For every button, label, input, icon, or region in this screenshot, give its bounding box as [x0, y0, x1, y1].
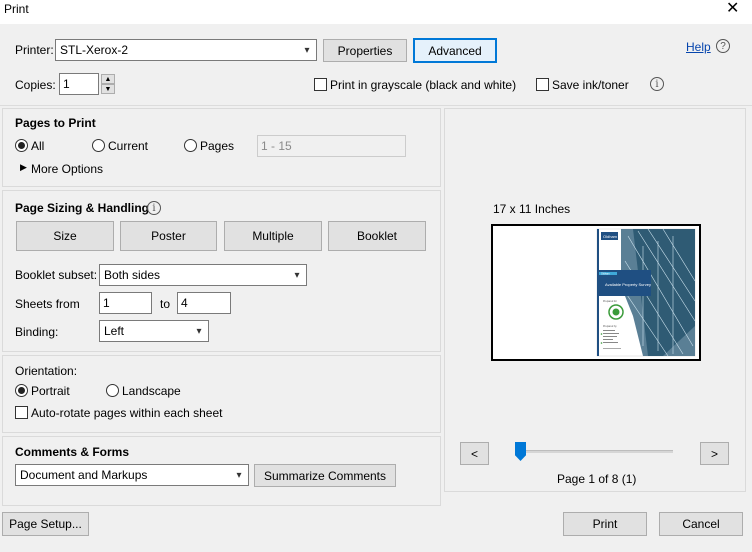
previous-page-button[interactable]: <: [460, 442, 489, 465]
landscape-label: Landscape: [122, 384, 181, 398]
page-sizing-info-icon[interactable]: i: [147, 201, 161, 215]
close-icon[interactable]: ✕: [726, 0, 739, 19]
pages-to-print-title: Pages to Print: [15, 116, 96, 130]
orientation-title: Orientation:: [15, 364, 78, 378]
sheets-from-label: Sheets from: [15, 297, 80, 311]
booklet-subset-select[interactable]: Both sides ▾: [99, 264, 307, 286]
info-icon[interactable]: i: [650, 77, 664, 91]
summarize-comments-button[interactable]: Summarize Comments: [254, 464, 396, 487]
copies-input[interactable]: 1: [59, 73, 99, 95]
brochure-headline: Available Property Survey: [605, 282, 651, 287]
auto-rotate-checkbox[interactable]: [15, 406, 28, 419]
landscape-radio[interactable]: [106, 384, 119, 397]
page-slider-track[interactable]: [516, 450, 673, 453]
grayscale-checkbox[interactable]: [314, 78, 327, 91]
pages-range-input[interactable]: 1 - 15: [257, 135, 406, 157]
all-pages-radio[interactable]: [15, 139, 28, 152]
binding-value: Left: [104, 324, 125, 338]
brochure-prepared-by: Prepared by: [603, 325, 617, 328]
page-preview: Oldham Oldham Available Property Survey …: [491, 224, 701, 361]
advanced-button[interactable]: Advanced: [413, 38, 497, 63]
binding-label: Binding:: [15, 325, 59, 339]
size-button[interactable]: Size: [16, 221, 114, 251]
pages-range-label: Pages: [200, 139, 235, 153]
properties-button[interactable]: Properties: [323, 39, 407, 62]
comments-select-value: Document and Markups: [20, 468, 148, 482]
poster-button[interactable]: Poster: [120, 221, 217, 251]
printer-label: Printer:: [15, 43, 54, 57]
current-page-radio[interactable]: [92, 139, 105, 152]
chevron-down-icon: ▾: [304, 44, 310, 56]
pages-range-radio[interactable]: [184, 139, 197, 152]
window-title: Print: [4, 2, 29, 16]
portrait-label: Portrait: [31, 384, 70, 398]
multiple-button[interactable]: Multiple: [224, 221, 322, 251]
more-options-toggle[interactable]: More Options: [31, 162, 103, 176]
printer-select[interactable]: STL-Xerox-2 ▾: [55, 39, 317, 61]
preview-page: Oldham Oldham Available Property Survey …: [493, 226, 699, 359]
copies-up-arrow-icon[interactable]: ▲: [101, 74, 115, 84]
chevron-down-icon: ▾: [294, 269, 300, 281]
page-status: Page 1 of 8 (1): [557, 472, 637, 486]
title-bar: [0, 0, 752, 24]
help-link[interactable]: Help: [686, 40, 711, 54]
printer-select-value: STL-Xerox-2: [60, 43, 129, 57]
help-icon[interactable]: ?: [716, 39, 730, 53]
save-ink-checkbox[interactable]: [536, 78, 549, 91]
copies-down-arrow-icon[interactable]: ▼: [101, 84, 115, 94]
brochure-tag-text: Oldham: [601, 273, 610, 276]
booklet-subset-value: Both sides: [104, 268, 161, 282]
page-sizing-title: Page Sizing & Handling: [15, 201, 150, 215]
booklet-subset-label: Booklet subset:: [15, 268, 98, 282]
sheets-to-label: to: [160, 297, 171, 311]
comments-select[interactable]: Document and Markups ▾: [15, 464, 249, 486]
next-page-button[interactable]: >: [700, 442, 729, 465]
comments-title: Comments & Forms: [15, 445, 130, 459]
print-button[interactable]: Print: [563, 512, 647, 536]
page-setup-button[interactable]: Page Setup...: [2, 512, 89, 536]
current-page-label: Current: [108, 139, 149, 153]
sheets-to-input[interactable]: 4: [177, 292, 231, 314]
expand-triangle-icon[interactable]: ▶: [20, 162, 27, 173]
all-pages-label: All: [31, 139, 45, 153]
sheets-from-input[interactable]: 1: [99, 292, 152, 314]
cancel-button[interactable]: Cancel: [659, 512, 743, 536]
save-ink-label: Save ink/toner: [552, 78, 629, 92]
copies-label: Copies:: [15, 78, 56, 92]
binding-select[interactable]: Left ▾: [99, 320, 209, 342]
chevron-down-icon: ▾: [196, 325, 202, 337]
booklet-button[interactable]: Booklet: [328, 221, 426, 251]
grayscale-label: Print in grayscale (black and white): [330, 78, 517, 92]
auto-rotate-label: Auto-rotate pages within each sheet: [31, 406, 223, 420]
chevron-down-icon: ▾: [236, 469, 242, 481]
brochure-logo-text: Oldham: [603, 234, 618, 239]
brochure-prepared-for: Prepared for: [603, 300, 617, 303]
brochure-thumbnail: Oldham Oldham Available Property Survey …: [596, 228, 696, 357]
paper-size-label: 17 x 11 Inches: [493, 202, 571, 216]
portrait-radio[interactable]: [15, 384, 28, 397]
